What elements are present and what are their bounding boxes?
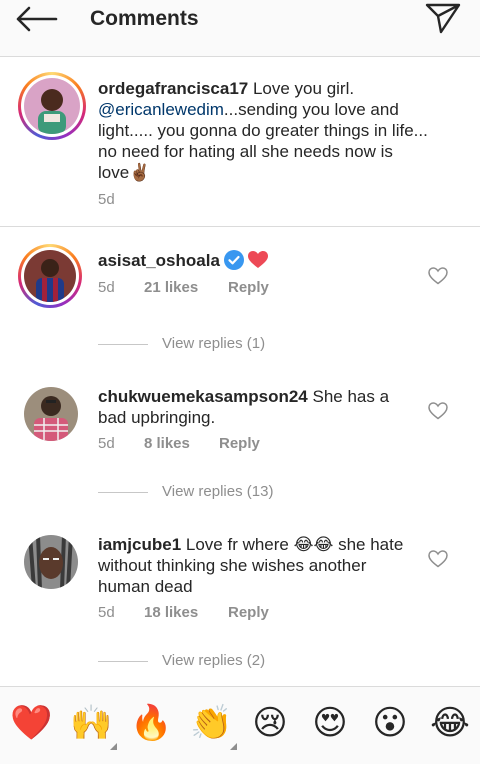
reply-button[interactable]: Reply — [228, 279, 269, 296]
reply-button[interactable]: Reply — [228, 604, 269, 621]
comment-text: chukwuemekasampson24 She has a bad upbri… — [98, 386, 418, 428]
view-replies-link[interactable]: View replies (13) — [98, 483, 273, 500]
skin-tone-indicator-icon — [110, 743, 117, 750]
top-bar: Comments — [0, 0, 480, 57]
laugh-emoji: 😂😂 — [293, 535, 334, 554]
verified-badge-icon — [223, 250, 244, 270]
comment-username[interactable]: asisat_oshoala — [98, 251, 220, 270]
comment-time: 5d — [98, 435, 115, 452]
mention-link[interactable]: @ericanlewedim — [98, 100, 224, 119]
emoji-reaction-bar: ❤️ 🙌 🔥 👏 😢 😍 😮 😂 — [0, 686, 480, 764]
like-heart-icon[interactable] — [428, 550, 448, 568]
page-title: Comments — [90, 7, 199, 30]
reply-button[interactable]: Reply — [219, 435, 260, 452]
peace-emoji: ✌🏾 — [129, 163, 151, 182]
comment-time: 5d — [98, 279, 115, 296]
comment-body-start: Love fr where — [181, 535, 294, 554]
comment-time: 5d — [98, 604, 115, 621]
comment-text: iamjcube1 Love fr where 😂😂 she hate with… — [98, 534, 418, 597]
view-replies-label: View replies (13) — [162, 483, 274, 500]
comment-text: asisat_oshoala — [98, 250, 268, 271]
likes-count[interactable]: 18 likes — [144, 604, 198, 621]
skin-tone-indicator-icon — [230, 743, 237, 750]
crying-face-emoji-button[interactable]: 😢 — [250, 703, 290, 743]
like-heart-icon[interactable] — [428, 267, 448, 285]
comment-username[interactable]: iamjcube1 — [98, 535, 181, 554]
surprised-face-emoji-button[interactable]: 😮 — [370, 703, 410, 743]
caption-text: ordegafrancisca17 Love you girl. @ericanl… — [98, 78, 428, 183]
likes-count[interactable]: 21 likes — [144, 279, 198, 296]
tears-of-joy-emoji-button[interactable]: 😂 — [430, 703, 470, 743]
caption-text-start: Love you girl. — [248, 79, 355, 98]
heart-emoji-button[interactable]: ❤️ — [10, 703, 52, 743]
caption-username[interactable]: ordegafrancisca17 — [98, 79, 248, 98]
avatar[interactable] — [24, 387, 78, 441]
caption-time: 5d — [98, 191, 115, 208]
paper-plane-icon[interactable] — [424, 2, 462, 34]
heart-emoji-icon — [247, 251, 268, 268]
like-heart-icon[interactable] — [428, 402, 448, 420]
raised-hands-emoji-button[interactable]: 🙌 — [70, 703, 112, 743]
avatar[interactable] — [18, 72, 86, 140]
view-replies-label: View replies (2) — [162, 652, 266, 669]
view-replies-link[interactable]: View replies (1) — [98, 335, 265, 352]
fire-emoji-button[interactable]: 🔥 — [130, 703, 172, 743]
heart-eyes-emoji-button[interactable]: 😍 — [310, 703, 350, 743]
likes-count[interactable]: 8 likes — [144, 435, 190, 452]
comment-username[interactable]: chukwuemekasampson24 — [98, 387, 308, 406]
caption-block: ordegafrancisca17 Love you girl. @ericanl… — [0, 56, 480, 227]
avatar[interactable] — [24, 535, 78, 589]
clapping-hands-emoji-button[interactable]: 👏 — [190, 703, 232, 743]
avatar[interactable] — [18, 244, 82, 308]
view-replies-label: View replies (1) — [162, 335, 266, 352]
view-replies-link[interactable]: View replies (2) — [98, 652, 265, 669]
arrow-left-icon[interactable] — [14, 6, 58, 32]
